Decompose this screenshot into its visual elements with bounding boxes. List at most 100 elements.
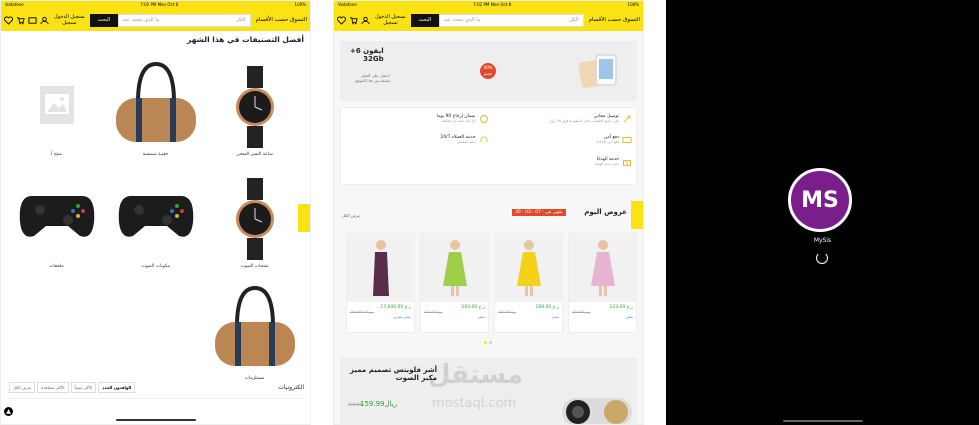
rocket-icon: [623, 115, 631, 123]
deals-header: عروض اليوم ينتهي في : 07 : 03 : 30 عرض ا…: [340, 204, 637, 234]
side-tab[interactable]: [298, 204, 310, 232]
watermark: مستقل: [428, 360, 524, 390]
login-link[interactable]: تسجيل الدخول تسجيل: [54, 14, 85, 26]
search-placeholder: ما الذي تبحث عنه: [443, 17, 481, 23]
refresh-icon: [479, 115, 488, 123]
carousel-dot-active[interactable]: [484, 341, 487, 344]
speaker-image-icon: [562, 398, 632, 424]
search-input[interactable]: ما الذي تبحث عنه الكل: [438, 13, 584, 27]
category-name: الكترونيات: [278, 383, 304, 391]
product-image: [569, 234, 636, 302]
app-logo: MS: [788, 168, 852, 232]
discount-badge: 40% خصم: [480, 63, 496, 79]
product-image: [421, 234, 488, 302]
compare-icon[interactable]: [28, 16, 37, 25]
promo-subtitle: احصل على أفضل صفقة من هذا الموقع: [355, 73, 390, 83]
top-bar: تسجيل الدخول تسجيل البحث ما الذي تبحث عن…: [334, 9, 643, 31]
chip-most-viewed[interactable]: الأكثر مشاهدة: [37, 381, 69, 393]
deals-title: عروض اليوم: [584, 208, 627, 216]
register-label: تسجيل: [383, 20, 398, 26]
feature-desc: دعم خدمة الهدايا: [594, 161, 619, 166]
home-indicator: [782, 420, 863, 422]
category-tabs: عرض الكل الأكثر مشاهدة الأكثر مبيعاً الو…: [7, 376, 304, 399]
carrier: Vodafone: [5, 2, 24, 7]
category-menu[interactable]: التسوق حسب الأقسام: [589, 17, 640, 23]
top-bar: تسجيل الدخول تسجيل البحث ما الذي تبحث عن…: [1, 9, 310, 31]
carrier: Vodafone: [338, 2, 357, 7]
category-label: منتجات الصوت: [240, 264, 269, 269]
product-card[interactable]: ر.ع 188.00 ر.ع 200.00 متجر: [494, 233, 563, 333]
clock: 7:02 PM Mon Oct 8: [473, 2, 512, 7]
dress-icon: [516, 240, 541, 296]
carousel-dot[interactable]: [489, 341, 492, 344]
category-item[interactable]: مستلزمات: [205, 272, 304, 384]
watch-icon: [235, 66, 274, 148]
cart-icon[interactable]: [16, 16, 25, 25]
image-placeholder-icon: [39, 86, 74, 124]
category-item[interactable]: ساعة النسر المنحى: [205, 48, 304, 160]
search-button[interactable]: البحث: [410, 13, 439, 27]
product-card[interactable]: ر.ع 123.00 ر.ع 150.00 متجر: [568, 233, 637, 333]
chip-best-sellers[interactable]: الأكثر مبيعاً: [70, 381, 97, 393]
category-grid: ساعة النسر المنحى حقيبة شمسية منتج أ منت…: [1, 48, 310, 384]
user-icon[interactable]: [40, 16, 49, 25]
category-label: ملحقات: [49, 264, 64, 269]
category-item[interactable]: مكونات الصوت: [106, 160, 205, 272]
login-link[interactable]: تسجيل الدخول تسجيل: [375, 14, 406, 26]
wishlist-icon[interactable]: [4, 15, 13, 25]
product-store[interactable]: متجر مصري: [347, 314, 414, 320]
gamepad-icon: [118, 196, 193, 237]
product-image: [495, 234, 562, 302]
battery: 100%: [627, 2, 639, 7]
product-store[interactable]: متجر: [569, 314, 636, 320]
watch-icon: [235, 178, 274, 260]
feature-item: دفع آمن دفع آمن 100%: [489, 135, 633, 152]
chip-new-arrivals[interactable]: الوافدون الجدد: [98, 381, 136, 393]
wishlist-icon[interactable]: [337, 15, 346, 25]
dress-icon: [590, 240, 615, 296]
headset-icon: [480, 136, 487, 143]
category-item[interactable]: منتج أ: [7, 48, 106, 160]
back-to-top-button[interactable]: ▲: [4, 407, 13, 416]
deals-view-all[interactable]: عرض الكل: [342, 213, 360, 218]
feature-desc: إذا كان لديك أي مشكلة: [441, 119, 476, 123]
discount-label: خصم: [483, 71, 493, 76]
search-filter[interactable]: الكل: [569, 17, 578, 23]
watermark-url: mostaql.com: [432, 396, 517, 411]
feature-desc: دفع آمن 100%: [596, 140, 619, 145]
search-button[interactable]: البحث: [89, 13, 118, 27]
chip-view-all[interactable]: عرض الكل: [9, 381, 36, 393]
category-label: مكونات الصوت: [141, 264, 170, 269]
category-item[interactable]: حقيبة شمسية: [106, 48, 205, 160]
product-store[interactable]: متجر: [495, 314, 562, 320]
product-price: ر.ع 193.00: [461, 305, 485, 310]
category-item[interactable]: ملحقات: [7, 160, 106, 272]
feature-desc: دعم مخصص: [456, 140, 476, 145]
section-title: أفضل التصنيفات في هذا الشهر: [187, 35, 304, 44]
search-input[interactable]: ما الذي تبحث عنه الكل: [117, 13, 251, 27]
speaker-title-line1: أشر فلوبنس تصميم مميز: [350, 366, 437, 374]
product-card[interactable]: ر.ع 193.00 ر.ع 210.00 متجر: [420, 233, 489, 333]
category-label: ساعة النسر المنحى: [236, 152, 273, 157]
product-price: ر.ع 123.00: [609, 305, 633, 310]
feature-title: خدمة الهدايا: [596, 156, 619, 162]
user-icon[interactable]: [361, 16, 370, 25]
clock: 7:02 PM Mon Oct 8: [140, 2, 179, 7]
product-card[interactable]: ر.ع 17,600.00 ر.ع 19,000.00 متجر مصري: [346, 233, 415, 333]
product-store[interactable]: متجر: [421, 314, 488, 320]
cart-icon[interactable]: [349, 16, 358, 25]
speaker-price: 159.99ريال: [360, 400, 398, 408]
category-menu[interactable]: التسوق حسب الأقسام: [256, 17, 307, 23]
status-bar: Vodafone 7:02 PM Mon Oct 8 100%: [334, 1, 643, 9]
speaker-title: أشر فلوبنس تصميم مميز مكبر الصوت: [347, 366, 437, 382]
promo-banner[interactable]: ايفون 6+ 32Gb احصل على أفضل صفقة من هذا …: [340, 41, 637, 101]
promo-title-line2: 32Gb: [363, 55, 384, 63]
features-box: توصيل مجاني على جميع الطلبات داخل السعودي…: [340, 107, 637, 185]
loading-spinner-icon: [816, 252, 828, 264]
register-label: تسجيل: [62, 20, 77, 26]
gamepad-icon: [19, 196, 94, 237]
duffel-bag-icon: [214, 286, 295, 366]
category-item[interactable]: منتجات الصوت: [205, 160, 304, 272]
feature-item: ضمان إرجاع 90 يوما إذا كان لديك أي مشكلة: [345, 114, 489, 131]
search-filter[interactable]: الكل: [236, 17, 245, 23]
